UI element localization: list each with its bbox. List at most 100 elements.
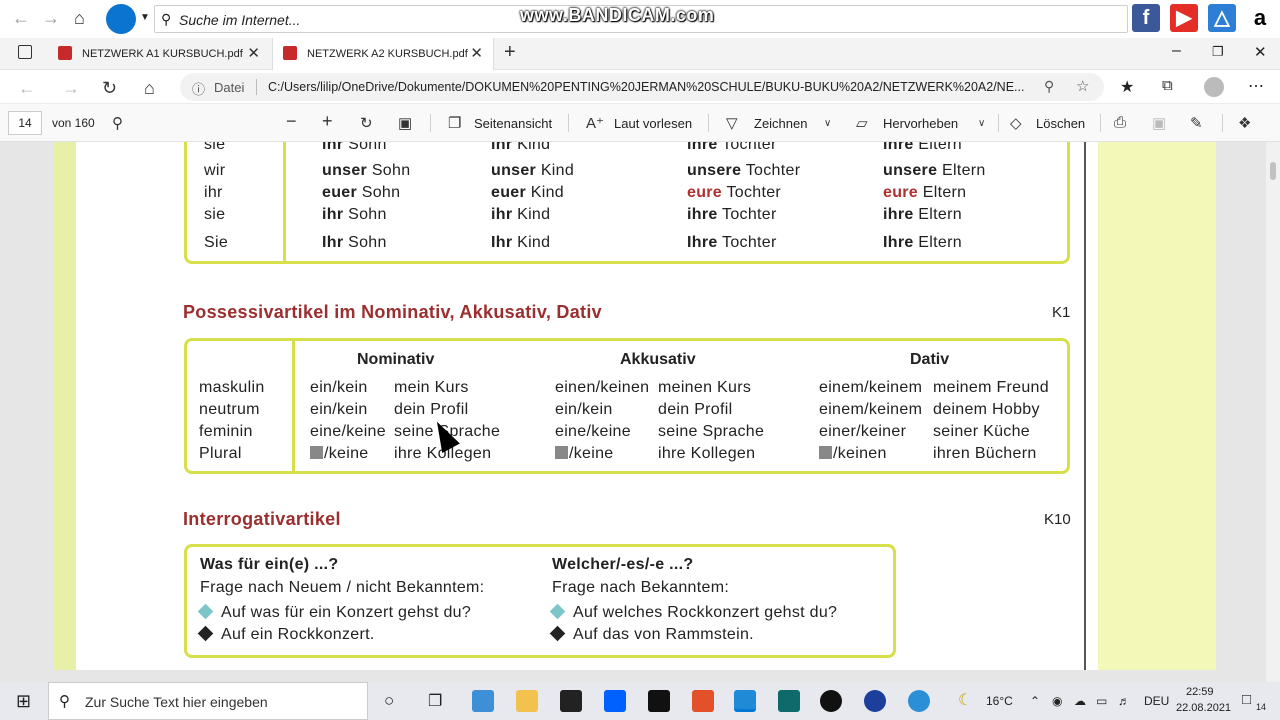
nav-forward-icon[interactable]: → <box>62 78 80 98</box>
case-cell: einer/keiner <box>819 423 906 441</box>
erase-button[interactable]: Löschen <box>1036 116 1085 131</box>
home-icon[interactable]: ⌂ <box>74 8 85 28</box>
facebook-icon[interactable]: f <box>1132 4 1160 32</box>
restore-icon[interactable]: ❐ <box>1212 44 1224 60</box>
rotate-icon[interactable]: ↻ <box>360 114 373 132</box>
battery-icon[interactable]: ▭ <box>1096 694 1107 708</box>
pdf-viewer[interactable]: sie ihr Sohn ihr Kind ihre Tochter ihre Elte… <box>0 142 1280 682</box>
favorites-icon[interactable]: ★ <box>1120 77 1134 97</box>
record-icon[interactable] <box>820 690 842 712</box>
volume-icon[interactable]: ♬ <box>1118 694 1130 708</box>
info-icon[interactable]: ⓘ <box>192 79 205 98</box>
noun: Sohn <box>348 234 387 251</box>
scrollbar-thumb[interactable] <box>1270 162 1276 180</box>
tab-a2[interactable]: NETZWERK A2 KURSBUCH.pdf ✕ <box>272 38 494 70</box>
zoom-in-icon[interactable]: + <box>322 111 333 132</box>
cell-text: dein Profil <box>394 401 469 418</box>
file-explorer-icon[interactable] <box>516 690 538 712</box>
table-divider <box>283 142 286 262</box>
clock-time[interactable]: 22:59 <box>1186 686 1214 698</box>
clock-date[interactable]: 22.08.2021 <box>1176 702 1231 714</box>
gender-label: feminin <box>199 423 253 441</box>
zoom-out-icon[interactable]: − <box>286 111 297 132</box>
scheme-label: Datei <box>214 80 245 95</box>
cell-text: eine/keine <box>310 423 386 440</box>
cortana-icon[interactable]: ○ <box>384 691 394 711</box>
weather-icon[interactable]: ☾ <box>958 690 972 710</box>
interrogative-left-sub: Frage nach Neuem / nicht Bekanntem: <box>200 579 485 596</box>
store-icon[interactable] <box>472 690 494 712</box>
pin-icon[interactable]: ❖ <box>1238 114 1251 132</box>
fit-page-icon[interactable]: ▣ <box>398 114 412 132</box>
page-view-button[interactable]: Seitenansicht <box>474 116 552 131</box>
amazon-icon[interactable]: a <box>1246 4 1274 32</box>
read-aloud-button[interactable]: Laut vorlesen <box>614 116 692 131</box>
netflix-icon[interactable] <box>648 690 670 712</box>
case-cell: seiner Küche <box>933 423 1030 441</box>
favorite-add-icon[interactable]: ☆ <box>1076 77 1089 95</box>
tab-a1[interactable]: NETZWERK A1 KURSBUCH.pdf ✕ <box>48 38 270 70</box>
forward-icon[interactable]: → <box>42 8 60 28</box>
gender-label: neutrum <box>199 401 260 419</box>
url-field[interactable]: ⓘ Datei C:/Users/lilip/OneDrive/Dokument… <box>180 73 1104 101</box>
more-icon[interactable]: ⋯ <box>1248 76 1264 96</box>
chevron-down-icon[interactable]: ∨ <box>978 118 985 129</box>
notification-count[interactable]: 14 <box>1256 702 1267 712</box>
column-header: Akkusativ <box>620 351 696 368</box>
article: ihre <box>883 206 914 223</box>
search-icon[interactable]: ⚲ <box>112 114 123 132</box>
windows-start-icon[interactable]: ⊞ <box>16 691 31 712</box>
chevron-down-icon[interactable]: ▼ <box>140 12 150 23</box>
chevron-down-icon[interactable]: ∨ <box>824 118 831 129</box>
close-icon[interactable]: ✕ <box>470 38 483 70</box>
help-icon[interactable] <box>908 690 930 712</box>
task-view-icon[interactable]: ❐ <box>428 691 442 711</box>
minimize-icon[interactable]: – <box>1172 42 1181 60</box>
office-icon[interactable] <box>692 690 714 712</box>
home-icon[interactable]: ⌂ <box>144 78 155 98</box>
game-icon[interactable]: △ <box>1208 4 1236 32</box>
collections-icon[interactable]: ⧉ <box>1162 77 1173 94</box>
edge-logo-icon[interactable] <box>106 4 136 34</box>
scrollbar[interactable] <box>1266 142 1280 682</box>
tray-expand-icon[interactable]: ⌃ <box>1030 694 1040 708</box>
temperature[interactable]: 16°C <box>986 694 1013 708</box>
noun: Kind <box>540 162 575 179</box>
case-cell: ihre Kollegen <box>658 445 755 463</box>
tab-actions-icon[interactable] <box>18 45 32 59</box>
youtube-icon[interactable]: ▶ <box>1170 4 1198 32</box>
profile-avatar[interactable] <box>1204 77 1224 97</box>
save-as-icon[interactable]: ✎ <box>1190 114 1203 132</box>
edge-taskbar-icon[interactable] <box>734 690 756 712</box>
draw-button[interactable]: Zeichnen <box>754 116 807 131</box>
address-bar: ← → ↻ ⌂ ⓘ Datei C:/Users/lilip/OneDrive/… <box>0 70 1280 104</box>
bandicut-icon[interactable] <box>778 690 800 712</box>
table-cell: ihr Kind <box>491 206 550 224</box>
table-cell: ihre Eltern <box>883 142 962 154</box>
refresh-icon[interactable]: ↻ <box>102 78 117 98</box>
example-text: Auf was für ein Konzert gehst du? <box>221 604 472 621</box>
print-icon[interactable]: ⎙ <box>1114 114 1126 131</box>
page-number-input[interactable]: 14 <box>8 111 42 135</box>
taskbar-search-input[interactable]: ⚲ Zur Suche Text hier eingeben <box>48 682 368 720</box>
camera-icon[interactable]: ◉ <box>1052 694 1062 708</box>
cell-text: meinem Freund <box>933 379 1049 396</box>
save-icon[interactable]: ▣ <box>1152 114 1166 132</box>
language-indicator[interactable]: DEU <box>1144 694 1169 708</box>
zoom-icon[interactable]: ⚲ <box>1044 78 1054 95</box>
window-close-icon[interactable]: ✕ <box>1254 43 1267 61</box>
nav-back-icon[interactable]: ← <box>18 78 36 98</box>
app-icon[interactable] <box>864 690 886 712</box>
cloud-icon[interactable]: ☁ <box>1074 694 1086 708</box>
table-cell: unsere Tochter <box>687 162 800 180</box>
table-cell: Ihr Sohn <box>322 234 387 252</box>
back-icon[interactable]: ← <box>12 8 30 28</box>
dropbox-icon[interactable] <box>604 690 626 712</box>
highlight-button[interactable]: Hervorheben <box>883 116 958 131</box>
close-icon[interactable]: ✕ <box>247 38 260 70</box>
notification-icon[interactable]: □ <box>1242 691 1251 708</box>
case-cell: ein/kein <box>310 401 368 419</box>
new-tab-icon[interactable]: + <box>504 41 516 64</box>
amazon-app-icon[interactable] <box>560 690 582 712</box>
cell-text: deinem Hobby <box>933 401 1040 418</box>
